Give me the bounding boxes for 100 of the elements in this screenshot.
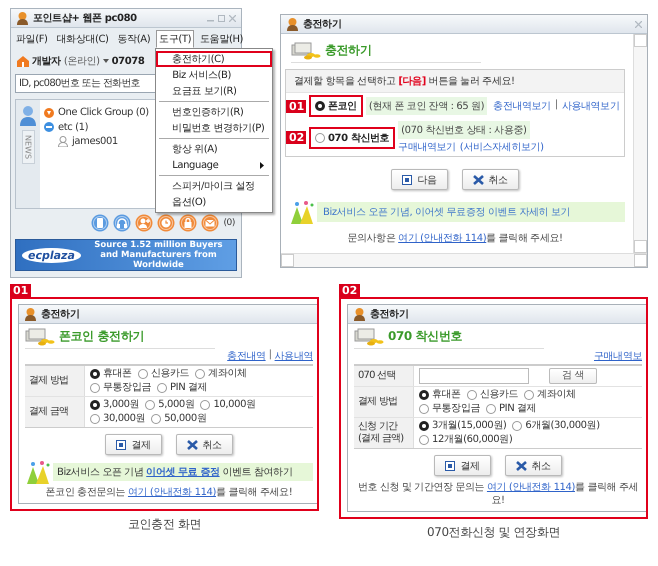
- vertical-scrollbar[interactable]: [633, 34, 647, 253]
- mobile-phone-icon[interactable]: [91, 214, 110, 232]
- status-text: (온라인): [64, 55, 100, 68]
- radio-button[interactable]: [524, 390, 534, 400]
- radio-button[interactable]: [151, 414, 162, 424]
- contact-item[interactable]: One Click Group (0): [44, 106, 149, 119]
- help-link[interactable]: 여기 (안내전화 114): [486, 482, 575, 493]
- history-link[interactable]: (서비스자세히보기): [460, 140, 544, 154]
- headset-icon[interactable]: [113, 214, 132, 232]
- radio-label: 계좌이체: [537, 389, 576, 401]
- window-title: 포인트샵+ 웹폰 pc080: [33, 12, 138, 25]
- history-link[interactable]: 사용내역보기: [562, 99, 620, 113]
- menu-item[interactable]: 항상 위(A): [156, 141, 272, 157]
- cancel-button[interactable]: 취소: [504, 455, 562, 476]
- number-badge: 01: [286, 100, 306, 112]
- radio-button[interactable]: [195, 369, 206, 379]
- radio-label: 6개월(30,000원): [525, 420, 600, 432]
- dot-square-icon: [116, 440, 126, 450]
- history-link[interactable]: 충전내역: [227, 349, 266, 363]
- search-button[interactable]: 검 색: [549, 368, 597, 384]
- maximize-icon[interactable]: [218, 14, 225, 22]
- radio-button[interactable]: [90, 369, 100, 379]
- menu-item[interactable]: 번호인증하기(R): [156, 104, 272, 120]
- radio-button[interactable]: [90, 383, 100, 393]
- caret-icon: [102, 59, 109, 63]
- contact-item[interactable]: james001: [58, 135, 118, 148]
- section-heading: 폰코인 충전하기: [59, 328, 144, 345]
- help-link[interactable]: 여기 (안내전화 114): [398, 233, 486, 244]
- ad-banner[interactable]: ecplaza Source 1.52 million Buyers and Manufacturers from Worldwide: [15, 239, 237, 271]
- radio-button[interactable]: [419, 404, 429, 414]
- menu-bar-item[interactable]: 도구(T): [156, 30, 194, 48]
- event-banner: Biz서비스 오픈 기념 이어셋 무료 증정 이벤트 참여하기: [53, 463, 313, 481]
- radio-label: 무통장입금: [432, 403, 480, 415]
- menu-bar-item[interactable]: 도움말(H): [197, 30, 246, 48]
- money-icon: [25, 328, 55, 346]
- number-field[interactable]: [419, 368, 529, 384]
- menu-item[interactable]: 비밀번호 변경하기(P): [156, 120, 272, 136]
- unread-count: (0): [223, 218, 235, 228]
- radio-label: 3개월(15,000원): [432, 420, 506, 432]
- event-link[interactable]: 이어셋 무료 증정: [146, 467, 220, 478]
- cancel-button[interactable]: 취소: [462, 169, 519, 190]
- user-icon: [58, 136, 68, 147]
- radio-button[interactable]: [466, 390, 477, 400]
- history-link[interactable]: 구매내역보: [594, 349, 642, 363]
- field-label: 결제 방법: [25, 366, 85, 396]
- app-icon: [286, 17, 299, 31]
- menu-bar-item[interactable]: 동작(A): [114, 30, 154, 48]
- x-icon: [472, 174, 484, 184]
- money-icon: [291, 42, 321, 60]
- radio-button[interactable]: [157, 383, 168, 393]
- radio-button[interactable]: [90, 414, 100, 424]
- radio-button[interactable]: [200, 400, 210, 410]
- menu-item[interactable]: 충전하기(C): [156, 51, 272, 67]
- radio-label: 신용카드: [150, 368, 190, 380]
- number-badge: 01: [10, 284, 32, 297]
- radio-button[interactable]: [138, 369, 148, 379]
- pay-button[interactable]: 결제: [434, 455, 490, 476]
- radio-label: 070 착신번호: [328, 132, 390, 144]
- radio-button[interactable]: [315, 132, 325, 142]
- event-banner-link[interactable]: Biz서비스 오픈 기념, 이어셋 무료증정 이벤트 자세히 보기: [317, 202, 625, 222]
- radio-label: 5,000원: [158, 399, 194, 411]
- lock-icon[interactable]: [179, 214, 198, 232]
- link-separator: |: [554, 99, 558, 112]
- next-button[interactable]: 다음: [391, 169, 448, 190]
- menu-item[interactable]: 옵션(O): [156, 194, 272, 210]
- mail-icon[interactable]: [201, 214, 220, 232]
- history-link[interactable]: 충전내역보기: [493, 99, 551, 113]
- help-link[interactable]: 여기 (안내전화 114): [128, 487, 216, 498]
- radio-button[interactable]: [419, 421, 429, 431]
- radio-button[interactable]: [315, 101, 325, 111]
- menu-bar-item[interactable]: 대화상대(C): [54, 30, 112, 48]
- radio-button[interactable]: [90, 400, 100, 410]
- party-hats-icon: [289, 200, 315, 224]
- menu-item[interactable]: 스피커/마이크 설정: [156, 178, 272, 194]
- radio-button[interactable]: [419, 390, 429, 400]
- x-icon: [186, 440, 198, 450]
- radio-label: PIN 결제: [499, 403, 536, 415]
- number-badge: 02: [339, 284, 360, 297]
- screen-caption: 코인충전 화면: [126, 516, 202, 533]
- clock-icon[interactable]: [157, 214, 176, 232]
- add-contact-icon[interactable]: [135, 214, 154, 232]
- history-link[interactable]: 구매내역보기: [398, 140, 456, 154]
- section-heading: 충전하기: [325, 42, 372, 59]
- status-text: (현재 폰 코인 잔액 : 65 원): [366, 97, 488, 115]
- close-icon[interactable]: [635, 20, 642, 28]
- radio-button[interactable]: [419, 435, 429, 445]
- menu-item[interactable]: Language: [156, 157, 272, 173]
- radio-button[interactable]: [512, 421, 522, 431]
- history-link[interactable]: 사용내역: [274, 349, 313, 363]
- x-icon: [516, 460, 526, 470]
- radio-label: 30,000원: [103, 413, 146, 425]
- radio-button[interactable]: [145, 400, 156, 410]
- radio-button[interactable]: [486, 404, 496, 414]
- horizontal-scrollbar[interactable]: [281, 253, 647, 267]
- menu-bar-item[interactable]: 파일(F): [13, 30, 51, 48]
- contact-item[interactable]: etc (1): [44, 120, 88, 134]
- close-icon[interactable]: [229, 14, 236, 22]
- app-icon: [24, 307, 37, 321]
- pay-button[interactable]: 결제: [105, 434, 162, 455]
- cancel-button[interactable]: 취소: [176, 434, 233, 455]
